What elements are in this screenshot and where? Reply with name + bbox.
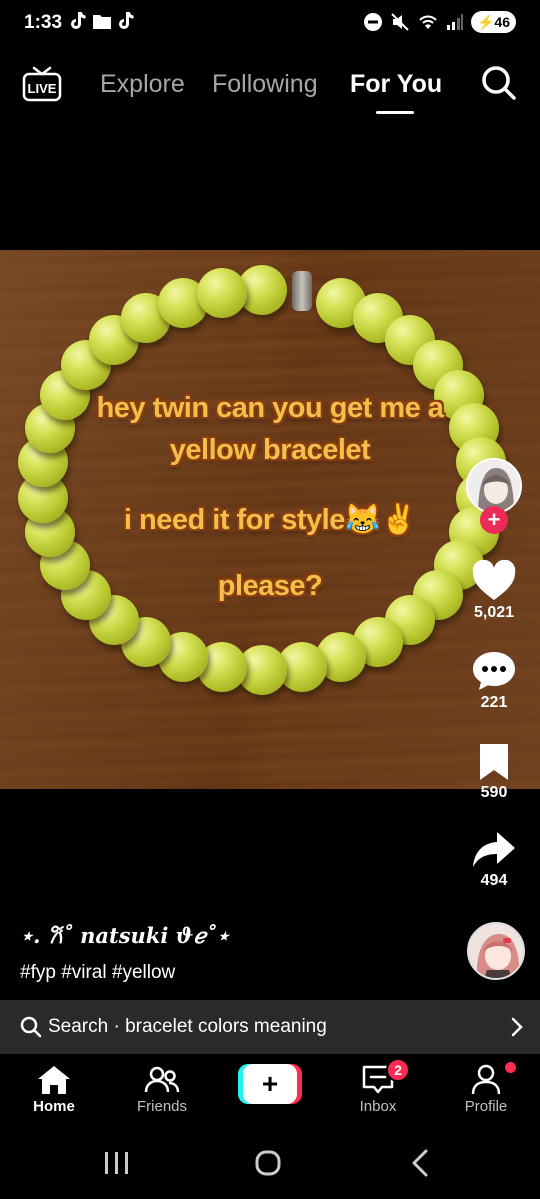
tab-home-label: Home (33, 1098, 75, 1115)
tab-profile[interactable]: Profile (441, 1064, 531, 1115)
like-count: 5,021 (473, 604, 515, 621)
video-caption-line-1: hey twin can you get me a (96, 392, 444, 424)
spacer-bead (292, 271, 313, 312)
home-button[interactable] (255, 1150, 281, 1176)
system-navigation-bar (105, 1149, 428, 1177)
tab-profile-label: Profile (464, 1098, 508, 1115)
comment-icon (473, 652, 515, 690)
search-icon (20, 1016, 42, 1038)
music-disc-avatar[interactable] (467, 922, 525, 980)
mute-icon (391, 13, 409, 31)
live-icon[interactable]: LIVE (22, 64, 62, 104)
active-tab-indicator (376, 111, 414, 114)
bracelet-bead (196, 268, 247, 319)
bookmark-icon (480, 744, 508, 780)
tab-friends[interactable]: Friends (117, 1064, 207, 1115)
folder-notification-icon (93, 15, 111, 29)
status-notification-icons (70, 11, 134, 31)
wifi-icon (419, 15, 437, 29)
save-count: 590 (480, 784, 508, 801)
tab-friends-label: Friends (136, 1098, 188, 1115)
save-action[interactable]: 590 (462, 742, 526, 802)
inbox-notification-badge: 2 (386, 1058, 410, 1082)
status-system-icons: ⚡46 (363, 11, 516, 33)
battery-indicator: ⚡46 (470, 11, 516, 33)
like-action[interactable]: 5,021 (462, 560, 526, 622)
tab-explore[interactable]: Explore (100, 70, 185, 99)
comment-count: 221 (480, 694, 508, 711)
tiktok-notification-icon-2 (119, 12, 134, 29)
share-action[interactable]: 494 (462, 830, 526, 890)
friends-icon (144, 1066, 180, 1093)
video-caption-line-2: yellow bracelet (169, 434, 371, 466)
follow-button[interactable]: + (480, 506, 508, 534)
status-bar: 1:33 ⚡46 (0, 0, 540, 50)
plus-icon: + (243, 1064, 297, 1104)
tab-home[interactable]: Home (9, 1064, 99, 1115)
share-count: 494 (480, 872, 508, 889)
status-time: 1:33 (24, 12, 63, 33)
search-suggestion-text: Search · bracelet colors meaning (48, 1016, 327, 1037)
battery-level: 46 (494, 14, 510, 30)
tiktok-notification-icon (71, 12, 86, 29)
signal-icon (446, 14, 463, 30)
bottom-tab-bar: Home Friends + Inbox Profile (0, 1054, 540, 1126)
video-player[interactable]: hey twin can you get me a yellow bracele… (0, 250, 540, 789)
recent-apps-button[interactable] (105, 1152, 128, 1174)
post-hashtags[interactable]: #fyp #viral #yellow (20, 962, 175, 984)
heart-icon (472, 560, 516, 600)
create-post-button[interactable]: + (238, 1064, 302, 1104)
author-username[interactable]: ⋆. 𐙚˚ natsuki ϑℯ˚⋆ (20, 922, 230, 950)
search-icon[interactable] (480, 64, 518, 102)
chevron-right-icon (511, 1017, 523, 1037)
music-avatar-image (469, 924, 523, 978)
video-caption-line-3: i need it for style😹✌️ (123, 504, 417, 536)
home-icon (38, 1066, 70, 1094)
share-arrow-icon (473, 832, 515, 867)
video-caption-line-4: please? (217, 570, 323, 602)
tab-inbox-label: Inbox (359, 1098, 397, 1115)
profile-notification-dot (505, 1062, 516, 1073)
svg-text:LIVE: LIVE (28, 81, 57, 96)
tab-following[interactable]: Following (212, 70, 318, 99)
top-navigation: LIVE Explore Following For You (0, 56, 540, 120)
tab-for-you[interactable]: For You (350, 70, 442, 99)
profile-icon (471, 1064, 501, 1095)
do-not-disturb-icon (363, 13, 382, 31)
search-suggestion-bar[interactable]: Search · bracelet colors meaning (0, 1000, 540, 1054)
back-button[interactable] (412, 1149, 428, 1177)
comment-action[interactable]: 221 (462, 650, 526, 712)
